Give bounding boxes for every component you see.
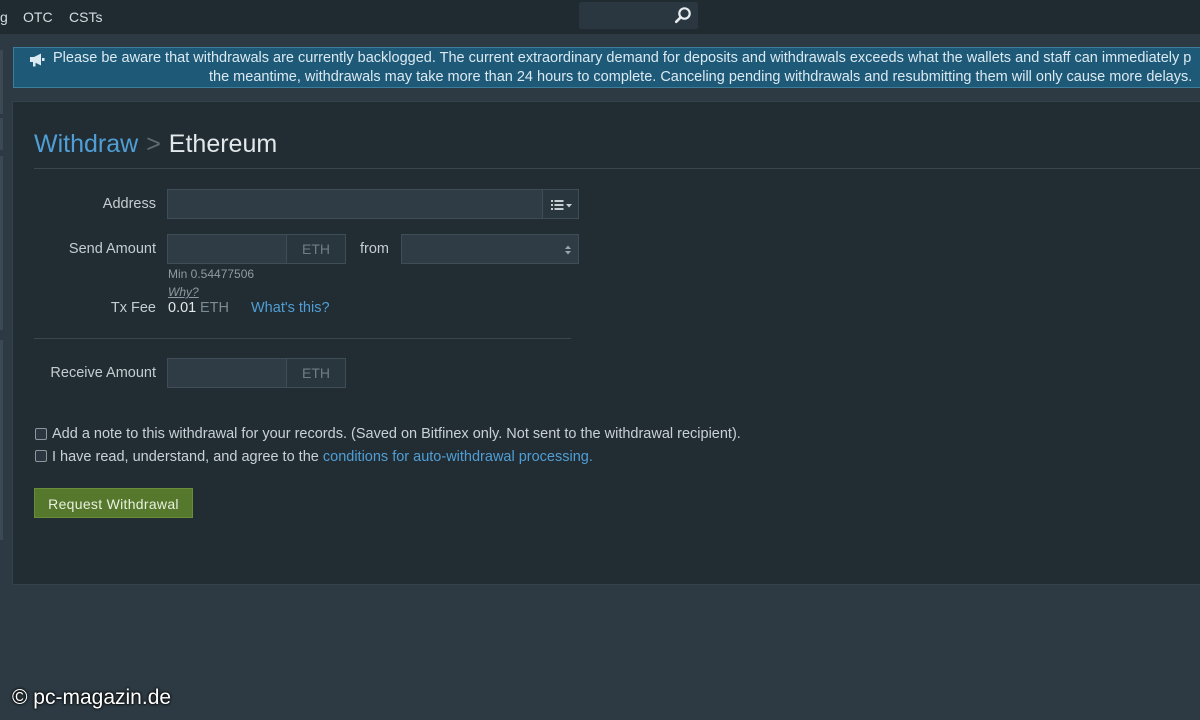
withdrawal-backlog-alert: Please be aware that withdrawals are cur… bbox=[13, 47, 1200, 88]
why-link[interactable]: Why? bbox=[168, 285, 199, 299]
note-checkbox[interactable] bbox=[35, 428, 47, 440]
receive-amount-input[interactable] bbox=[167, 358, 287, 388]
agree-checkbox[interactable] bbox=[35, 450, 47, 462]
send-currency-addon: ETH bbox=[286, 234, 346, 264]
left-rail-segment bbox=[0, 156, 3, 330]
alert-text-line-1: Please be aware that withdrawals are cur… bbox=[53, 50, 1192, 66]
from-wallet-select[interactable] bbox=[401, 234, 579, 264]
alert-text-line-2: the meantime, withdrawals may take more … bbox=[209, 69, 1193, 85]
agree-text-prefix: I have read, understand, and agree to th… bbox=[52, 449, 323, 465]
agree-text-suffix: . bbox=[588, 449, 593, 465]
note-checkbox-label: Add a note to this withdrawal for your r… bbox=[52, 426, 741, 442]
address-label: Address bbox=[102, 196, 156, 212]
left-rail-segment bbox=[0, 118, 3, 150]
receive-currency-addon: ETH bbox=[286, 358, 346, 388]
search-input[interactable] bbox=[579, 2, 698, 29]
from-label: from bbox=[360, 241, 389, 257]
left-rail-segment bbox=[0, 50, 3, 114]
min-amount-text: Min 0.54477506 bbox=[168, 267, 255, 281]
top-navbar: g OTC CSTs bbox=[0, 0, 1200, 34]
tx-fee-currency: ETH bbox=[200, 300, 229, 316]
address-book-button[interactable] bbox=[542, 189, 579, 219]
page-title: Ethereum bbox=[168, 130, 278, 158]
breadcrumb-withdraw-link[interactable]: Withdraw bbox=[34, 130, 138, 158]
agree-checkbox-label: I have read, understand, and agree to th… bbox=[52, 449, 593, 465]
send-amount-input[interactable] bbox=[167, 234, 287, 264]
nav-item-csts[interactable]: CSTs bbox=[69, 9, 102, 25]
whats-this-link[interactable]: What's this? bbox=[251, 300, 330, 316]
left-rail-segment bbox=[0, 340, 3, 540]
bullhorn-icon bbox=[30, 53, 45, 67]
send-amount-label: Send Amount bbox=[68, 241, 156, 257]
address-input[interactable] bbox=[167, 189, 543, 219]
tx-fee-label: Tx Fee bbox=[110, 300, 156, 316]
divider bbox=[34, 168, 1200, 169]
nav-item-truncated[interactable]: g bbox=[0, 9, 8, 25]
search-icon[interactable] bbox=[674, 6, 692, 24]
watermark: © pc-magazin.de bbox=[12, 686, 172, 709]
breadcrumb: Withdraw > Ethereum bbox=[34, 130, 277, 159]
divider bbox=[34, 338, 571, 339]
tx-fee-value: 0.01 bbox=[168, 300, 197, 316]
breadcrumb-separator: > bbox=[146, 130, 161, 158]
request-withdrawal-button[interactable]: Request Withdrawal bbox=[34, 488, 193, 518]
withdraw-panel: Withdraw > Ethereum Address Send Amount ET… bbox=[12, 101, 1200, 585]
nav-item-otc[interactable]: OTC bbox=[23, 9, 53, 25]
list-dropdown-icon bbox=[551, 200, 572, 210]
select-arrows-icon bbox=[565, 245, 571, 255]
auto-withdrawal-conditions-link[interactable]: conditions for auto-withdrawal processin… bbox=[323, 449, 589, 465]
receive-amount-label: Receive Amount bbox=[50, 365, 156, 381]
